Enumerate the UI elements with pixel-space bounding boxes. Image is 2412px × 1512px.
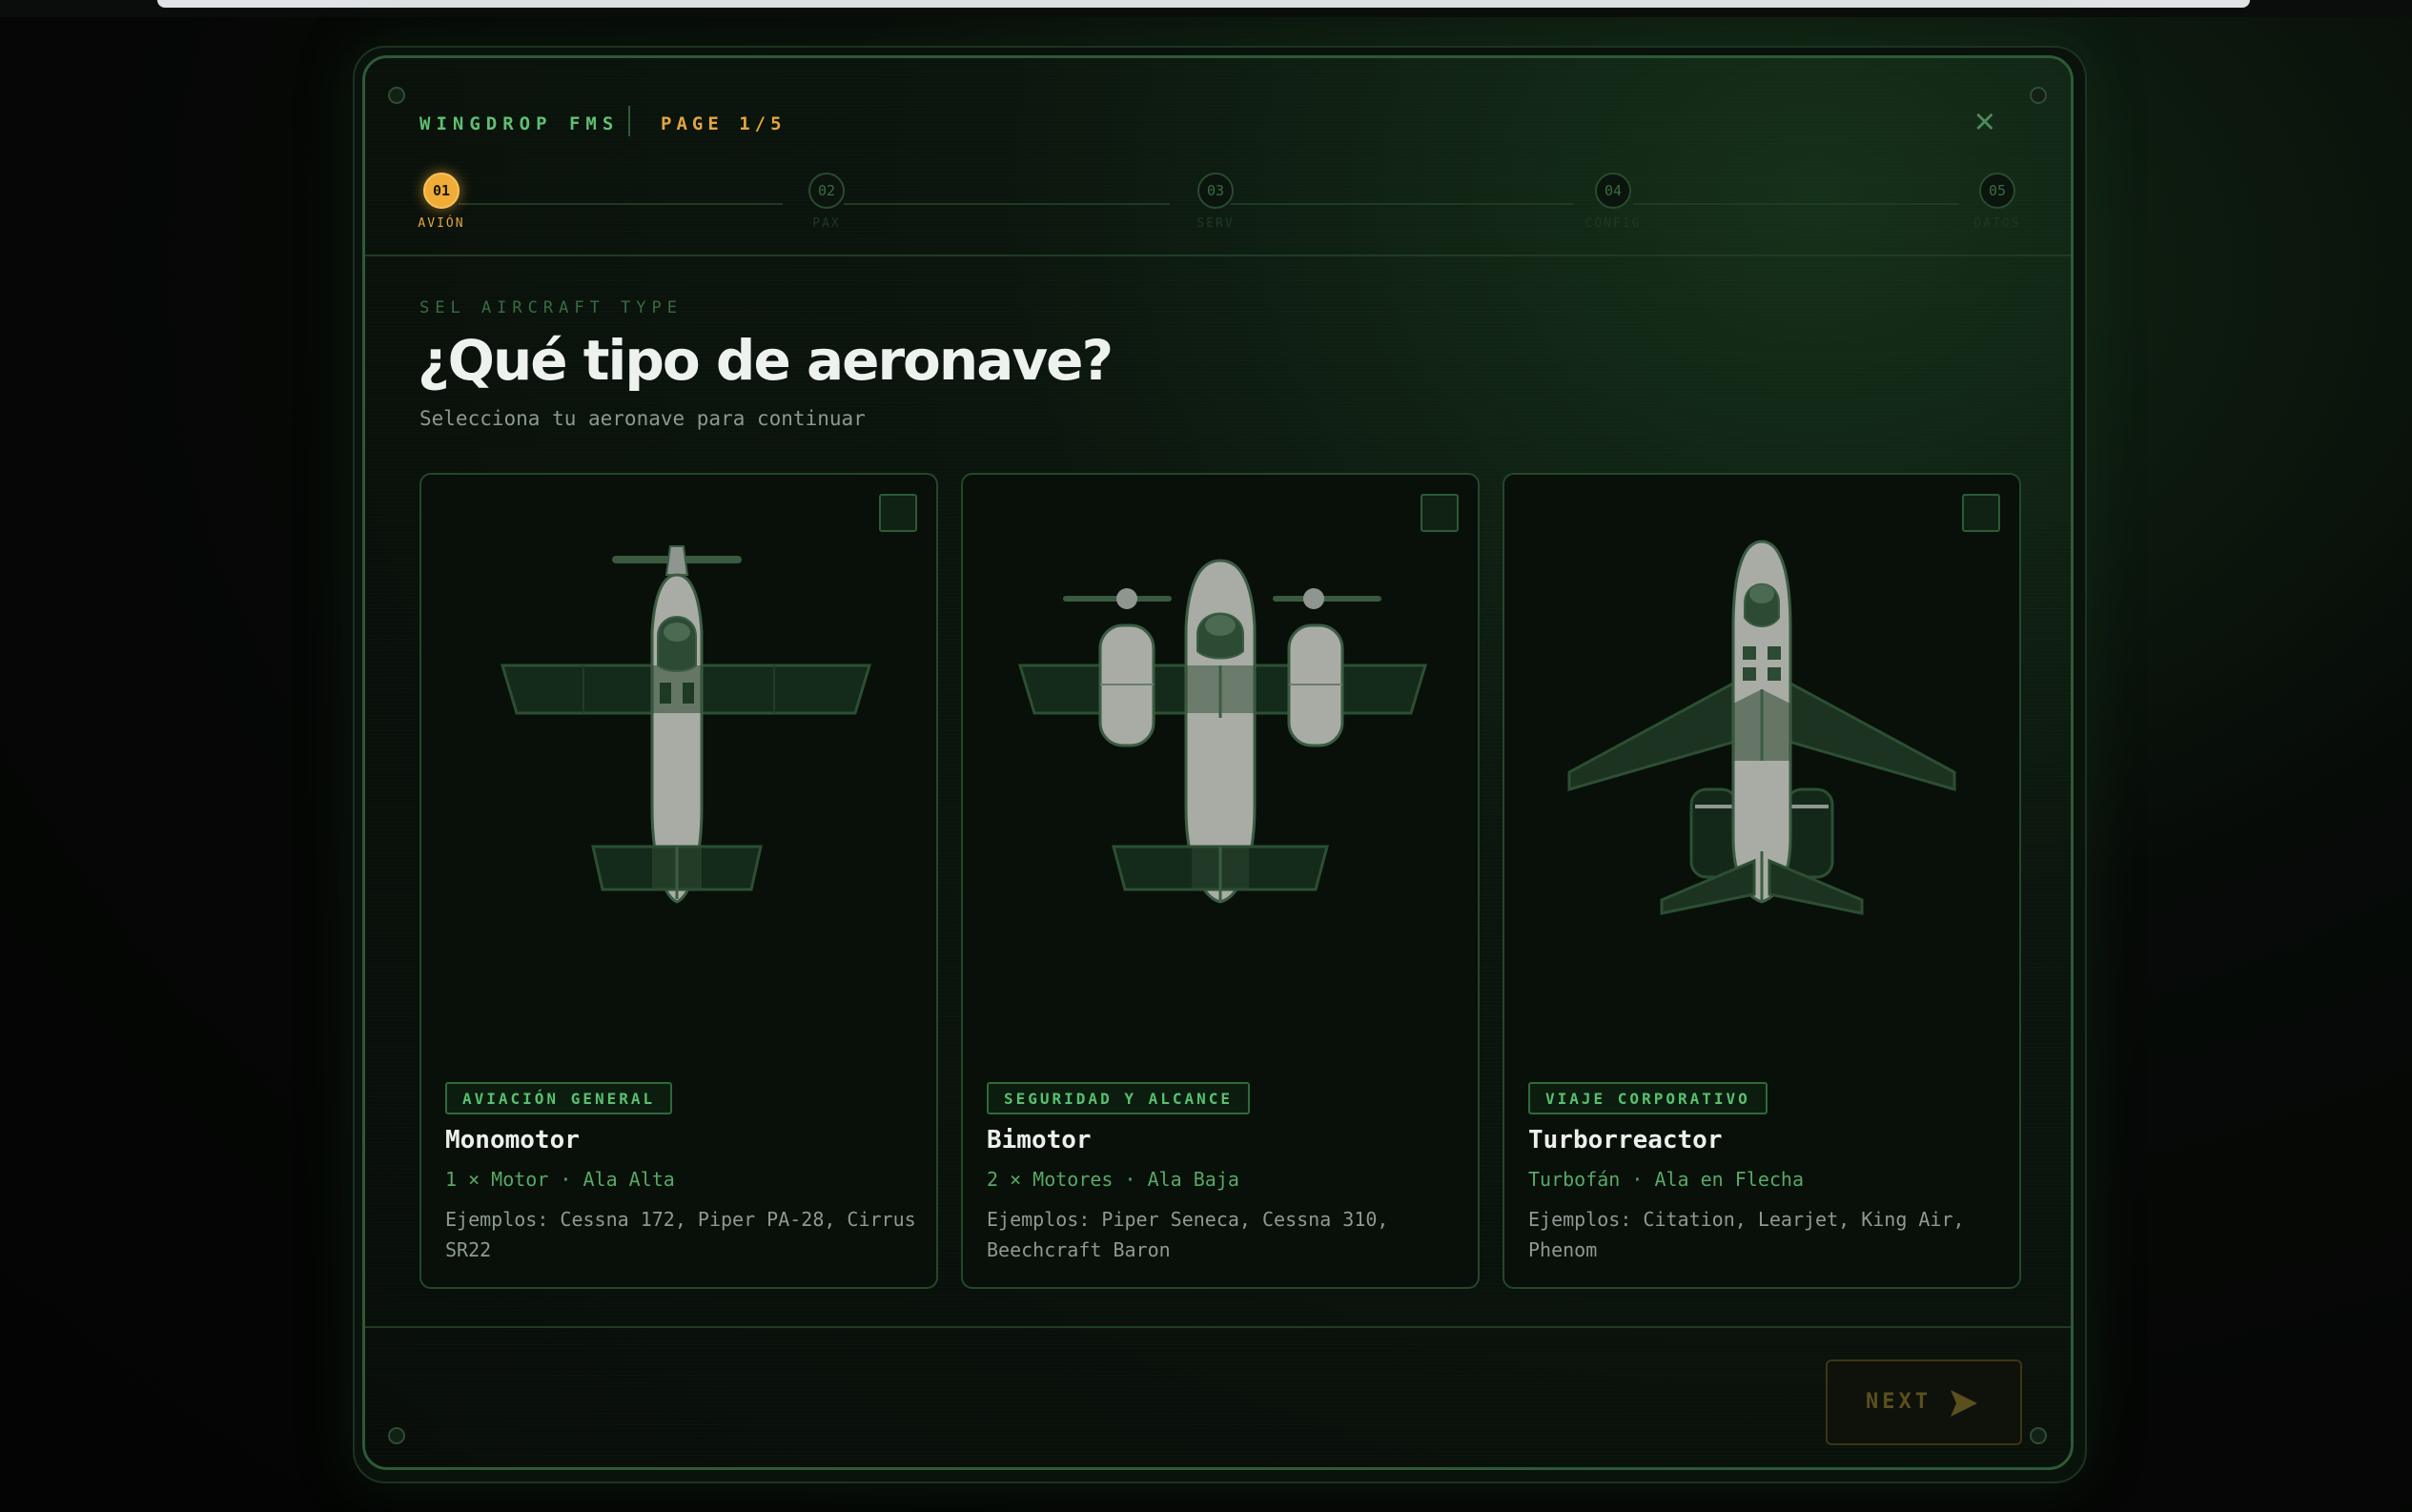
step-1[interactable]: 01 AVIÓN — [403, 173, 480, 231]
step-number: 04 — [1595, 173, 1631, 209]
screw-icon — [2030, 1427, 2047, 1444]
aircraft-examples: Ejemplos: Citation, Learjet, King Air, P… — [1528, 1208, 1965, 1261]
step-5[interactable]: 05 DATOS — [1959, 173, 2035, 231]
aircraft-name: Bimotor — [987, 1126, 1092, 1154]
step-label: CONFIG — [1584, 216, 1642, 231]
category-tag: AVIACIÓN GENERAL — [445, 1082, 673, 1114]
step-2[interactable]: 02 PAX — [788, 173, 865, 231]
step-4[interactable]: 04 CONFIG — [1575, 173, 1651, 231]
jet-plane-icon — [1567, 540, 1956, 915]
brand-label: WINGDROP FMS — [419, 113, 620, 134]
step-number: 03 — [1197, 173, 1234, 209]
step-connector — [844, 203, 1170, 205]
step-connector — [1633, 203, 1959, 205]
aircraft-card-turborreactor[interactable]: VIAJE CORPORATIVO Turborreactor Turbofán… — [1502, 473, 2021, 1289]
aircraft-card-bimotor[interactable]: SEGURIDAD Y ALCANCE Bimotor 2 × Motores … — [961, 473, 1480, 1289]
step-connector — [459, 203, 783, 205]
step-label: AVIÓN — [418, 216, 465, 231]
header-divider-line — [365, 255, 2071, 256]
step-number: 05 — [1979, 173, 2015, 209]
browser-top-edge — [0, 0, 2412, 17]
step-number: 01 — [423, 173, 460, 209]
next-button[interactable]: NEXT — [1826, 1359, 2022, 1445]
page-title: ¿Qué tipo de aeronave? — [418, 328, 1114, 393]
aircraft-spec: 2 × Motores · Ala Baja — [987, 1168, 1239, 1191]
aircraft-examples: Ejemplos: Cessna 172, Piper PA-28, Cirru… — [445, 1208, 916, 1261]
single-engine-plane-icon — [500, 545, 872, 904]
twin-engine-plane-icon — [1017, 559, 1428, 904]
step-label: DATOS — [1973, 216, 2021, 231]
next-label: NEXT — [1866, 1390, 1932, 1414]
footer-divider-line — [365, 1326, 2071, 1328]
aircraft-card-monomotor[interactable]: AVIACIÓN GENERAL Monomotor 1 × Motor · A… — [419, 473, 938, 1289]
aircraft-examples: Ejemplos: Piper Seneca, Cessna 310, Beec… — [987, 1208, 1389, 1261]
header-divider — [628, 106, 630, 136]
play-arrow-icon — [1951, 1390, 1977, 1417]
page-indicator: PAGE 1/5 — [661, 113, 787, 134]
screw-icon — [388, 87, 405, 104]
screw-icon — [2030, 87, 2047, 104]
browser-chrome-bar — [157, 0, 2250, 8]
category-tag: VIAJE CORPORATIVO — [1528, 1082, 1768, 1114]
aircraft-name: Monomotor — [445, 1126, 580, 1154]
aircraft-name: Turborreactor — [1528, 1126, 1723, 1154]
fms-panel: WINGDROP FMS PAGE 1/5 ✕ 01 AVIÓN 02 PAX … — [362, 55, 2074, 1470]
aircraft-spec: 1 × Motor · Ala Alta — [445, 1168, 675, 1191]
aircraft-spec: Turbofán · Ala en Flecha — [1528, 1168, 1804, 1191]
step-connector — [1231, 203, 1573, 205]
category-tag: SEGURIDAD Y ALCANCE — [987, 1082, 1251, 1114]
section-eyebrow: SEL AIRCRAFT TYPE — [419, 298, 683, 317]
close-icon[interactable]: ✕ — [1974, 104, 1995, 138]
page-subtitle: Selecciona tu aeronave para continuar — [419, 407, 866, 430]
step-label: SERV — [1196, 216, 1235, 231]
step-label: PAX — [812, 216, 841, 231]
step-number: 02 — [808, 173, 845, 209]
screw-icon — [388, 1427, 405, 1444]
step-3[interactable]: 03 SERV — [1177, 173, 1254, 231]
